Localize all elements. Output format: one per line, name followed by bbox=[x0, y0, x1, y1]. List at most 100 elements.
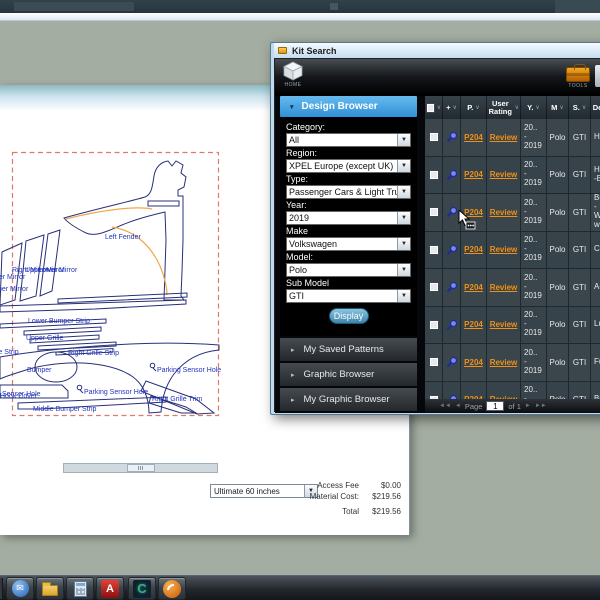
table-row[interactable]: P204 Review 20.. - 2019 Polo GTI C- bbox=[425, 232, 600, 270]
magnifier-icon[interactable] bbox=[446, 131, 458, 143]
submodel-cell: GTI bbox=[569, 269, 591, 306]
magnifier-icon[interactable] bbox=[446, 244, 458, 256]
sort-arrow-icon[interactable] bbox=[559, 103, 563, 111]
magnifier-icon[interactable] bbox=[446, 281, 458, 293]
col-year[interactable]: Y. bbox=[521, 96, 547, 119]
section-graphic-browser[interactable]: Graphic Browser bbox=[280, 363, 417, 386]
pattern-link[interactable]: P204 bbox=[464, 133, 483, 142]
make-dropdown[interactable]: Volkswagen bbox=[286, 237, 411, 251]
magnifier-icon[interactable] bbox=[446, 356, 458, 368]
taskbar-button-draw-app[interactable] bbox=[158, 577, 186, 600]
section-my-saved-patterns[interactable]: My Saved Patterns bbox=[280, 338, 417, 361]
review-link[interactable]: Review bbox=[490, 208, 518, 217]
table-row[interactable]: P204 Review 20.. - 2019 Polo GTI Fu bbox=[425, 344, 600, 382]
taskbar-button-explorer[interactable] bbox=[36, 577, 64, 600]
description-cell: Ho bbox=[591, 119, 600, 156]
table-row[interactable]: P204 Review 20.. - 2019 Polo GTI Ho bbox=[425, 119, 600, 157]
dropdown-arrow-icon[interactable] bbox=[397, 160, 410, 172]
taskbar-button-mail[interactable] bbox=[6, 577, 34, 600]
magnifier-icon[interactable] bbox=[446, 169, 458, 181]
category-dropdown[interactable]: All bbox=[286, 133, 411, 147]
review-link[interactable]: Review bbox=[490, 245, 518, 254]
col-add[interactable]: + bbox=[443, 96, 461, 119]
dropdown-arrow-icon[interactable] bbox=[397, 186, 410, 198]
col-select-all[interactable] bbox=[425, 96, 443, 119]
row-checkbox[interactable] bbox=[429, 357, 439, 367]
model-dropdown[interactable]: Polo bbox=[286, 263, 411, 277]
review-link[interactable]: Review bbox=[490, 170, 518, 179]
col-pattern[interactable]: P. bbox=[461, 96, 487, 119]
sort-arrow-icon[interactable] bbox=[515, 103, 519, 111]
category-label: Category: bbox=[286, 122, 411, 133]
col-submodel[interactable]: S. bbox=[569, 96, 591, 119]
taskbar-button-calculator[interactable] bbox=[66, 577, 94, 600]
row-checkbox[interactable] bbox=[429, 132, 439, 142]
display-button[interactable]: Display bbox=[329, 308, 369, 324]
review-link[interactable]: Review bbox=[490, 320, 518, 329]
dropdown-arrow-icon[interactable] bbox=[397, 238, 410, 250]
review-link[interactable]: Review bbox=[490, 133, 518, 142]
submodel-dropdown[interactable]: GTI bbox=[286, 289, 411, 303]
row-checkbox-cell bbox=[425, 269, 443, 306]
table-row[interactable]: P204 Review 20.. - 2019 Polo GTI A- bbox=[425, 269, 600, 307]
calculator-icon bbox=[74, 581, 87, 597]
kit-search-window: Kit Search HOME TOOLS bbox=[270, 42, 600, 415]
magnifier-icon[interactable] bbox=[446, 319, 458, 331]
taskbar-button-c-app[interactable] bbox=[128, 577, 156, 600]
row-checkbox-cell bbox=[425, 157, 443, 194]
sort-arrow-icon[interactable] bbox=[582, 103, 586, 111]
pager-first-icon[interactable]: ◄◄ bbox=[439, 403, 451, 409]
col-make[interactable]: M bbox=[547, 96, 569, 119]
sort-arrow-icon[interactable] bbox=[437, 103, 441, 111]
dropdown-arrow-icon[interactable] bbox=[397, 134, 410, 146]
magnifier-icon[interactable] bbox=[446, 206, 458, 218]
pager-next-icon[interactable]: ► bbox=[525, 403, 531, 409]
submodel-cell: GTI bbox=[569, 344, 591, 381]
design-browser-header[interactable]: Design Browser bbox=[280, 96, 417, 117]
pager-last-icon[interactable]: ►► bbox=[535, 403, 547, 409]
submodel-cell: GTI bbox=[569, 232, 591, 269]
pricing-summary: Access Fee$0.00 Material Cost:$219.56 To… bbox=[211, 480, 401, 517]
year-dropdown[interactable]: 2019 bbox=[286, 211, 411, 225]
taskbar-button-pdf[interactable] bbox=[96, 577, 124, 600]
dropdown-arrow-icon[interactable] bbox=[397, 212, 410, 224]
row-checkbox[interactable] bbox=[429, 282, 439, 292]
col-user-rating[interactable]: User Rating bbox=[487, 96, 521, 119]
table-row[interactable]: P204 Review 20.. - 2019 Polo GTI He -B bbox=[425, 157, 600, 195]
region-dropdown[interactable]: XPEL Europe (except UK) bbox=[286, 159, 411, 173]
col-description[interactable]: De bbox=[591, 96, 600, 119]
review-link[interactable]: Review bbox=[490, 358, 518, 367]
tools-button[interactable]: TOOLS bbox=[563, 61, 593, 94]
sort-arrow-icon[interactable] bbox=[452, 103, 456, 111]
pattern-link[interactable]: P204 bbox=[464, 170, 483, 179]
description-cell: Lu bbox=[591, 307, 600, 344]
pattern-link[interactable]: P204 bbox=[464, 358, 483, 367]
review-link[interactable]: Review bbox=[490, 283, 518, 292]
select-all-checkbox[interactable] bbox=[426, 103, 435, 113]
page-number-input[interactable] bbox=[486, 401, 504, 411]
row-checkbox[interactable] bbox=[429, 320, 439, 330]
dropdown-arrow-icon[interactable] bbox=[397, 290, 410, 302]
pattern-link[interactable]: P204 bbox=[464, 245, 483, 254]
pattern-link[interactable]: P204 bbox=[464, 320, 483, 329]
table-row[interactable]: P204 Review 20.. - 2019 Polo GTI Bu -W w… bbox=[425, 194, 600, 232]
table-row[interactable]: P204 Review 20.. - 2019 Polo GTI Bu bbox=[425, 382, 600, 400]
year-cell: 20.. - 2019 bbox=[521, 119, 547, 156]
horizontal-scrollbar[interactable] bbox=[63, 463, 218, 473]
row-magnifier-cell bbox=[443, 119, 461, 156]
scrollbar-thumb[interactable] bbox=[127, 464, 155, 472]
dropdown-arrow-icon[interactable] bbox=[397, 264, 410, 276]
row-checkbox[interactable] bbox=[429, 245, 439, 255]
pattern-link[interactable]: P204 bbox=[464, 283, 483, 292]
row-checkbox[interactable] bbox=[429, 207, 439, 217]
pager-prev-icon[interactable]: ◄ bbox=[455, 403, 461, 409]
sort-arrow-icon[interactable] bbox=[475, 103, 479, 111]
type-dropdown[interactable]: Passenger Cars & Light Trucks bbox=[286, 185, 411, 199]
row-checkbox[interactable] bbox=[429, 170, 439, 180]
home-button[interactable]: HOME bbox=[278, 61, 308, 94]
kit-search-titlebar[interactable]: Kit Search bbox=[274, 43, 600, 58]
sort-arrow-icon[interactable] bbox=[535, 103, 539, 111]
table-row[interactable]: P204 Review 20.. - 2019 Polo GTI Lu bbox=[425, 307, 600, 345]
make-cell: Polo bbox=[547, 194, 569, 231]
section-my-graphic-browser[interactable]: My Graphic Browser bbox=[280, 388, 417, 411]
